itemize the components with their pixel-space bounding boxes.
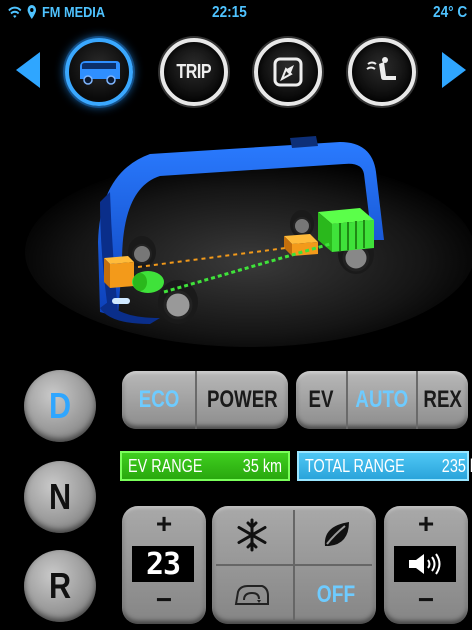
bus-icon <box>80 61 120 85</box>
gear-neutral-button[interactable]: N <box>24 461 96 533</box>
eco-climate-button[interactable] <box>296 506 376 563</box>
total-range-label: TOTAL RANGE <box>305 455 405 476</box>
recirculation-icon <box>234 584 269 605</box>
snowflake-icon <box>237 518 267 551</box>
status-left: FM MEDIA <box>8 4 105 21</box>
seat-fan-icon <box>366 57 396 80</box>
nav-trip-button[interactable]: TRIP <box>160 38 228 106</box>
nav-prev-arrow[interactable] <box>14 50 42 90</box>
speaker-icon <box>409 553 441 575</box>
trip-label: TRIP <box>176 60 212 83</box>
gear-neutral-label: N <box>48 476 72 517</box>
gear-drive-label: D <box>48 385 72 426</box>
auto-mode-label: AUTO <box>355 386 409 413</box>
clock: 22:15 <box>212 4 247 21</box>
media-source-label: FM MEDIA <box>42 4 106 21</box>
ev-mode-button[interactable]: EV <box>296 371 349 429</box>
gear-drive-button[interactable]: D <box>24 370 96 442</box>
ev-range-indicator: EV RANGE 35 km <box>120 451 290 481</box>
power-mode-label: POWER <box>207 386 279 413</box>
location-pin-icon <box>27 5 37 19</box>
eco-mode-label: ECO <box>138 386 179 413</box>
nav-vehicle-button[interactable] <box>65 38 133 106</box>
volume-display <box>394 546 456 582</box>
vehicle-powertrain-diagram <box>25 136 472 347</box>
power-mode-button[interactable]: POWER <box>197 371 288 429</box>
power-source-selector: EV AUTO REX <box>296 371 468 429</box>
recirculation-button[interactable] <box>212 566 292 623</box>
drive-mode-selector: ECO POWER <box>122 371 288 429</box>
eco-mode-button[interactable]: ECO <box>122 371 198 429</box>
gear-reverse-button[interactable]: R <box>24 550 96 622</box>
wifi-icon <box>8 6 22 18</box>
leaf-icon <box>324 521 349 546</box>
rex-mode-label: REX <box>423 386 463 413</box>
temperature-control: + 23 − <box>122 506 206 624</box>
nav-climate-button[interactable] <box>348 38 416 106</box>
compass-icon <box>273 57 303 87</box>
status-bar: FM MEDIA 22:15 24° C <box>0 0 472 26</box>
temperature-up-button[interactable]: + <box>122 508 206 540</box>
ev-range-value: 35 km <box>242 455 282 476</box>
rex-mode-button[interactable]: REX <box>418 371 468 429</box>
volume-down-button[interactable]: − <box>384 584 468 616</box>
outside-temperature: 24° C <box>433 4 468 21</box>
gear-reverse-label: R <box>48 565 72 606</box>
nav-next-arrow[interactable] <box>440 50 468 90</box>
fan-off-button[interactable]: OFF <box>296 566 376 623</box>
volume-up-button[interactable]: + <box>384 508 468 540</box>
fan-state-label: OFF <box>316 580 356 608</box>
total-range-value: 235 km <box>441 455 472 476</box>
climate-controls: OFF <box>212 506 376 624</box>
volume-control: + − <box>384 506 468 624</box>
auto-mode-button[interactable]: AUTO <box>348 371 418 429</box>
ev-range-label: EV RANGE <box>128 455 203 476</box>
temperature-display: 23 <box>132 546 194 582</box>
ev-mode-label: EV <box>308 386 334 413</box>
ac-button[interactable] <box>212 506 292 563</box>
nav-navigation-button[interactable] <box>254 38 322 106</box>
total-range-indicator: TOTAL RANGE 235 km <box>297 451 472 481</box>
temperature-down-button[interactable]: − <box>122 584 206 616</box>
